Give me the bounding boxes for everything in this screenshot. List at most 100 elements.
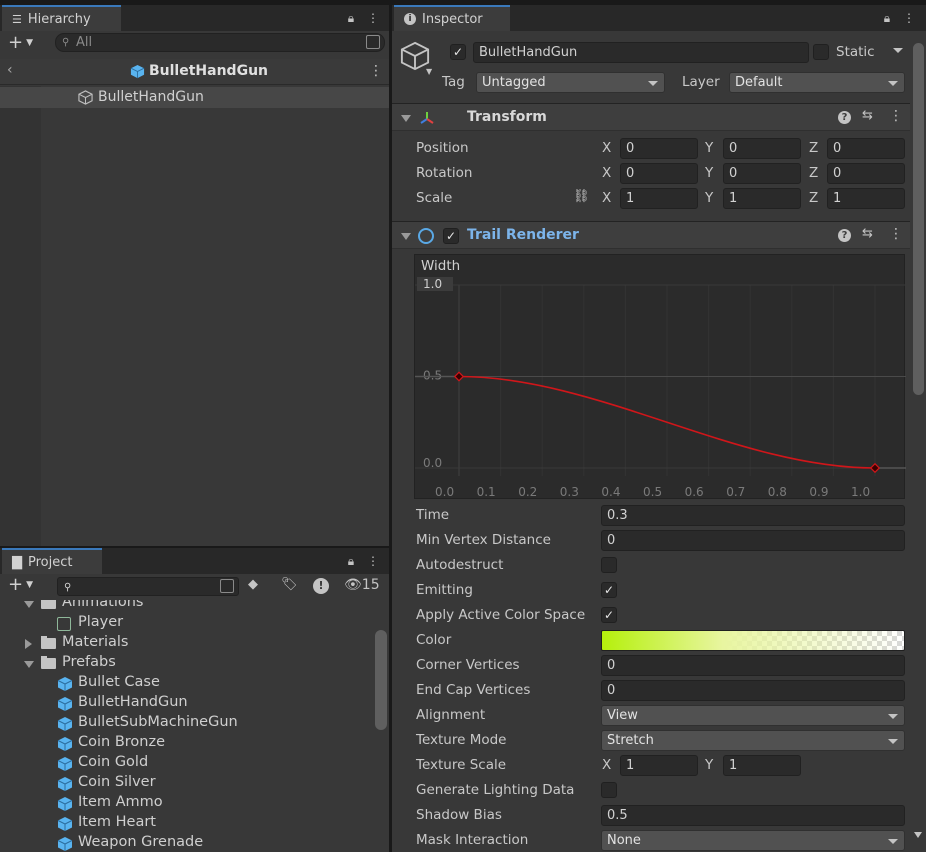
project-tree-item[interactable]: BulletSubMachineGun <box>0 714 372 734</box>
end-cap-vertices-field[interactable]: 0 <box>601 680 905 701</box>
object-name-field[interactable]: BulletHandGun <box>473 42 809 63</box>
color-gradient-field[interactable] <box>601 630 905 651</box>
width-curve-plot[interactable]: 1.0 0.5 0.0 0.0 0.1 0.2 0.3 0.4 0.5 0.6 0.7 0.8 0.9 1… <box>415 255 906 500</box>
hierarchy-search-input[interactable]: ⚲ All <box>55 33 385 52</box>
help-icon[interactable]: ? <box>838 229 851 242</box>
back-chevron-icon[interactable]: ‹ <box>7 62 13 78</box>
search-options-icon[interactable] <box>366 35 380 49</box>
more-menu-icon[interactable]: ⋮ <box>902 11 916 25</box>
component-menu-icon[interactable]: ⋮ <box>889 108 903 124</box>
collapse-arrow-icon[interactable] <box>24 601 34 608</box>
trail-renderer-title: Trail Renderer <box>467 227 579 243</box>
constrain-proportions-icon[interactable]: ⛓ <box>573 189 590 204</box>
more-menu-icon[interactable]: ⋮ <box>366 554 380 568</box>
project-tree-item[interactable]: Materials <box>0 634 372 654</box>
collapse-arrow-icon[interactable] <box>24 661 34 668</box>
prefab-cube-icon <box>130 64 145 79</box>
transform-header[interactable]: Transform ? ⇆ ⋮ <box>392 103 910 131</box>
hidden-packages-toggle[interactable]: 👁︎15 <box>344 577 386 595</box>
lock-icon[interactable]: 🔒︎ <box>344 554 358 568</box>
property-row-apply-active-color-space: Apply Active Color Space ✓ <box>392 605 926 628</box>
time-field[interactable]: 0.3 <box>601 505 905 526</box>
mask-interaction-dropdown[interactable]: None <box>601 830 905 851</box>
foldout-arrow-icon <box>401 115 411 122</box>
lock-icon[interactable]: 🔒︎ <box>344 11 358 25</box>
project-tree-item[interactable]: Bullet Case <box>0 674 372 694</box>
prefab-cube-icon <box>57 797 73 811</box>
position-x-field[interactable]: 0 <box>620 138 698 159</box>
project-tree-item[interactable]: Item Heart <box>0 814 372 834</box>
icon-dropdown-arrow[interactable]: ▼ <box>426 67 432 76</box>
x-tick-label: 0.0 <box>435 485 454 499</box>
autodestruct-toggle[interactable] <box>601 557 617 573</box>
rotation-y-field[interactable]: 0 <box>723 163 801 184</box>
expand-arrow-icon[interactable] <box>25 639 32 649</box>
project-tree-item[interactable]: Coin Gold <box>0 754 372 774</box>
alignment-dropdown[interactable]: View <box>601 705 905 726</box>
trail-renderer-header[interactable]: ✓ Trail Renderer ? ⇆ ⋮ <box>392 221 910 249</box>
texture-scale-y-field[interactable]: 1 <box>723 755 801 776</box>
hierarchy-row-selected[interactable]: BulletHandGun <box>0 87 389 108</box>
transform-row-rotation: Rotation X 0 Y 0 Z 0 <box>392 163 926 185</box>
project-tree-item-label: Weapon Grenade <box>78 834 204 850</box>
help-icon[interactable]: ? <box>838 111 851 124</box>
tab-project[interactable]: ▇ Project <box>2 548 102 574</box>
position-y-field[interactable]: 0 <box>723 138 801 159</box>
layer-dropdown[interactable]: Default <box>729 72 905 93</box>
shadow-bias-field[interactable]: 0.5 <box>601 805 905 826</box>
project-tree-item[interactable]: Player <box>0 614 372 634</box>
console-warnings-icon[interactable]: ! <box>313 578 329 594</box>
tab-hierarchy[interactable]: ☰ Hierarchy <box>2 5 121 31</box>
list-icon: ☰ <box>12 12 22 26</box>
project-tree-item-label: Item Heart <box>78 814 156 830</box>
corner-vertices-field[interactable]: 0 <box>601 655 905 676</box>
trail-renderer-enabled-toggle[interactable]: ✓ <box>443 228 459 244</box>
static-toggle[interactable] <box>813 44 829 60</box>
project-tree-item[interactable]: Item Ammo <box>0 794 372 814</box>
static-dropdown-arrow[interactable] <box>893 48 903 53</box>
texture-mode-dropdown[interactable]: Stretch <box>601 730 905 751</box>
tab-inspector[interactable]: i Inspector <box>394 5 510 31</box>
eye-slash-icon: 👁︎ <box>344 577 362 593</box>
create-asset-button[interactable]: + ▼ <box>8 576 44 595</box>
scale-x-field[interactable]: 1 <box>620 188 698 209</box>
animator-controller-icon <box>57 617 71 631</box>
lock-icon[interactable]: 🔒︎ <box>880 11 894 25</box>
project-tree-item[interactable]: Animations <box>0 600 372 614</box>
inspector-scrollbar-thumb[interactable] <box>913 43 924 395</box>
project-tree-item[interactable]: Prefabs <box>0 654 372 674</box>
create-button[interactable]: + ▼ <box>8 34 44 53</box>
property-row-texture-scale: Texture Scale X 1 Y 1 <box>392 755 926 778</box>
scene-more-icon[interactable]: ⋮ <box>369 63 383 79</box>
project-tree-item[interactable]: Coin Bronze <box>0 734 372 754</box>
texture-scale-x-field[interactable]: 1 <box>620 755 698 776</box>
project-tree-item[interactable]: Weapon Grenade <box>0 834 372 852</box>
filter-by-type-icon[interactable]: ◆ <box>248 577 266 595</box>
project-scrollbar[interactable] <box>375 630 387 730</box>
rotation-z-field[interactable]: 0 <box>827 163 905 184</box>
presets-icon[interactable]: ⇆ <box>862 226 873 241</box>
position-z-field[interactable]: 0 <box>827 138 905 159</box>
active-toggle[interactable]: ✓ <box>450 44 466 60</box>
project-tree-item[interactable]: Coin Silver <box>0 774 372 794</box>
generate-lighting-data-toggle[interactable] <box>601 782 617 798</box>
presets-icon[interactable]: ⇆ <box>862 108 873 123</box>
apply-active-color-space-toggle[interactable]: ✓ <box>601 607 617 623</box>
filter-by-label-icon[interactable]: 🏷︎ <box>281 577 299 595</box>
project-tree-item[interactable]: BulletHandGun <box>0 694 372 714</box>
scale-z-field[interactable]: 1 <box>827 188 905 209</box>
emitting-toggle[interactable]: ✓ <box>601 582 617 598</box>
y-tick-label: 0.5 <box>423 369 442 383</box>
width-curve-editor[interactable]: Width 1.0 0.5 0.0 0.0 0.1 0.2 0.3 0.4 0.5 0.6 0.7 0… <box>414 254 906 500</box>
transform-axes-icon <box>420 112 434 124</box>
tag-dropdown[interactable]: Untagged <box>476 72 665 93</box>
min-vertex-distance-field[interactable]: 0 <box>601 530 905 551</box>
x-tick-label: 0.4 <box>601 485 620 499</box>
component-menu-icon[interactable]: ⋮ <box>889 226 903 242</box>
project-search-input[interactable]: ⚲ <box>57 577 239 596</box>
scale-y-field[interactable]: 1 <box>723 188 801 209</box>
inspector-scrollbar-down-icon[interactable] <box>914 832 922 838</box>
search-options-icon[interactable] <box>220 579 234 593</box>
more-menu-icon[interactable]: ⋮ <box>366 11 380 25</box>
rotation-x-field[interactable]: 0 <box>620 163 698 184</box>
